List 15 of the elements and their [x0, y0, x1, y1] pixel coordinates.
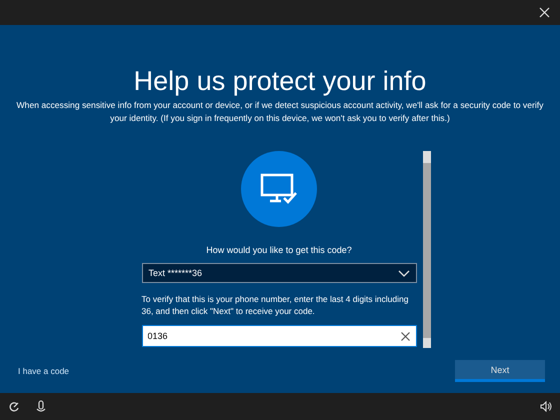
question-text: How would you like to get this code? [206, 245, 352, 255]
ease-of-access-icon[interactable] [8, 400, 20, 412]
digits-field[interactable]: 0136 [142, 325, 416, 347]
description-text: When accessing sensitive info from your account or device, or if we detect suspicious account activity, we'll ask for a security code to verify your identity. (If you sign in frequently on this device, we won't ask you to verify after this.) [16, 99, 544, 125]
chevron-icon [398, 270, 410, 276]
clear-icon [400, 332, 410, 340]
next-button[interactable]: Next [455, 360, 545, 382]
have-code-link[interactable]: I have a code [18, 366, 70, 376]
instruction-text: To verify that this is your phone number, enter the last 4 digits including 36, and then click "Next" to receive your code. [142, 293, 410, 317]
close-button[interactable] [537, 5, 552, 20]
close-icon [539, 7, 550, 18]
method-dropdown[interactable]: Text *******36 [142, 263, 416, 283]
microphone-icon[interactable] [36, 400, 46, 413]
volume-icon[interactable] [540, 401, 552, 412]
page-title: Help us protect your info [134, 65, 426, 97]
